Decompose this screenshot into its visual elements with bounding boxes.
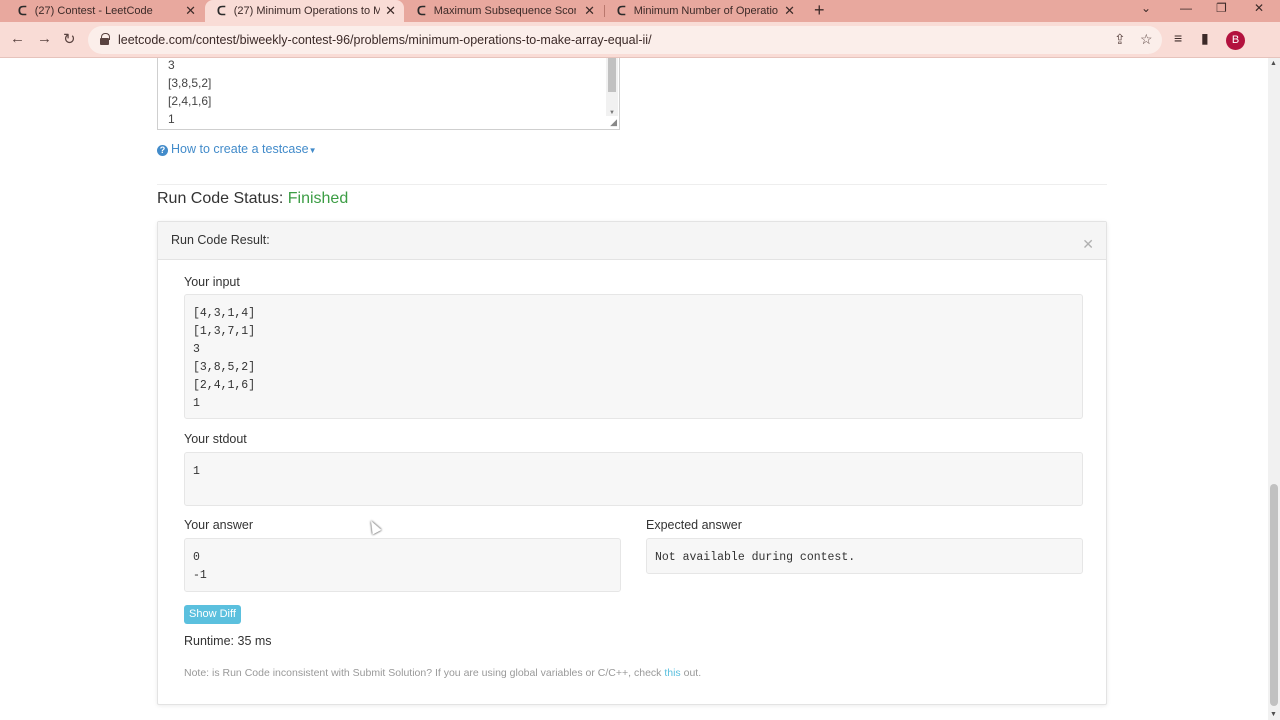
close-tab-icon[interactable]: ✕ xyxy=(385,3,396,19)
scroll-down-arrow-icon[interactable]: ▼ xyxy=(609,110,615,116)
profile-avatar[interactable]: B xyxy=(1226,31,1245,50)
side-panel-icon[interactable]: ▮ xyxy=(1201,30,1209,47)
close-tab-icon[interactable]: ✕ xyxy=(185,3,196,19)
leetcode-icon: ᑕ xyxy=(217,4,226,18)
testcase-line: 1 xyxy=(168,112,175,126)
lock-icon xyxy=(100,33,110,45)
answer-line: -1 xyxy=(193,569,207,582)
input-line: [2,4,1,6] xyxy=(193,379,256,392)
close-window-icon[interactable]: ✕ xyxy=(1254,1,1264,15)
note-this-link[interactable]: this xyxy=(664,667,680,679)
how-to-create-testcase-link[interactable]: ? How to create a testcase▼ xyxy=(157,142,317,156)
close-tab-icon[interactable]: ✕ xyxy=(584,3,595,19)
tab-title: Maximum Subsequence Score - LeetCode xyxy=(433,5,576,17)
question-circle-icon: ? xyxy=(157,145,168,156)
help-link-text: How to create a testcase xyxy=(171,142,309,156)
reload-icon[interactable]: ↻ xyxy=(63,30,76,48)
input-line: [4,3,1,4] xyxy=(193,307,256,320)
panel-header: Run Code Result: ✕ xyxy=(158,222,1106,260)
note-suffix: out. xyxy=(683,667,702,679)
tab-search-icon[interactable]: ⌄ xyxy=(1141,1,1151,15)
scroll-up-arrow-icon[interactable]: ▲ xyxy=(1270,60,1277,67)
leetcode-icon: ᑕ xyxy=(617,4,626,18)
tab-title: Minimum Number of Operations to Make Arr… xyxy=(633,5,778,17)
scrollbar-thumb[interactable] xyxy=(608,58,616,92)
run-code-status: Run Code Status: Finished xyxy=(157,190,348,208)
close-tab-icon[interactable]: ✕ xyxy=(784,3,795,19)
share-icon[interactable]: ⇪ xyxy=(1114,31,1126,48)
leetcode-icon: ᑕ xyxy=(417,4,426,18)
scroll-down-arrow-icon[interactable]: ▼ xyxy=(1270,711,1277,718)
browser-tab-bar: ᑕ (27) Contest - LeetCode ✕ ᑕ (27) Minim… xyxy=(0,0,1280,22)
expected-answer-label: Expected answer xyxy=(646,518,742,532)
stdout-line: 1 xyxy=(193,465,200,478)
input-line: 1 xyxy=(193,397,200,410)
input-line: [1,3,7,1] xyxy=(193,325,256,338)
restore-icon[interactable]: ❐ xyxy=(1216,1,1227,15)
bookmark-star-icon[interactable]: ☆ xyxy=(1140,31,1153,48)
testcase-scrollbar[interactable]: ▼ xyxy=(606,58,618,116)
browser-tab-min-operations[interactable]: ᑕ (27) Minimum Operations to Make Array … xyxy=(205,0,404,22)
testcase-line: [3,8,5,2] xyxy=(168,76,212,90)
status-value: Finished xyxy=(287,190,349,207)
your-answer-label: Your answer xyxy=(184,518,254,532)
resize-grip-icon[interactable]: ◢ xyxy=(610,117,617,128)
page-scrollbar[interactable]: ▲ ▼ xyxy=(1268,58,1280,720)
media-control-icon[interactable]: ≡ xyxy=(1174,30,1182,46)
browser-tab-min-number-operations[interactable]: ᑕ Minimum Number of Operations to Make A… xyxy=(605,0,803,22)
browser-toolbar: ← → ↻ leetcode.com/contest/biweekly-cont… xyxy=(0,22,1280,58)
expected-answer-box: Not available during contest. xyxy=(646,538,1083,574)
page-content: 3 [3,8,5,2] [2,4,1,6] 1 ▼ ◢ ? How to crea… xyxy=(0,58,1268,720)
inconsistency-note: Note: is Run Code inconsistent with Subm… xyxy=(184,667,701,679)
testcase-textarea[interactable]: 3 [3,8,5,2] [2,4,1,6] 1 ▼ ◢ xyxy=(157,58,620,130)
close-icon[interactable]: ✕ xyxy=(1082,236,1094,253)
leetcode-icon: ᑕ xyxy=(18,4,27,18)
runtime-text: Runtime: 35 ms xyxy=(184,634,272,648)
new-tab-icon[interactable]: + xyxy=(814,0,825,20)
tab-title: (27) Minimum Operations to Make Array Eq… xyxy=(233,5,380,17)
url-text: leetcode.com/contest/biweekly-contest-96… xyxy=(118,33,652,47)
your-input-box: [4,3,1,4] [1,3,7,1] 3 [3,8,5,2] [2,4,1,6… xyxy=(184,294,1083,419)
your-input-label: Your input xyxy=(184,275,240,289)
section-divider xyxy=(157,184,1107,185)
browser-tab-max-subsequence[interactable]: ᑕ Maximum Subsequence Score - LeetCode ✕ xyxy=(405,0,603,22)
tab-title: (27) Contest - LeetCode xyxy=(34,5,153,17)
browser-tab-contest[interactable]: ᑕ (27) Contest - LeetCode ✕ xyxy=(6,0,204,22)
note-text: Note: is Run Code inconsistent with Subm… xyxy=(184,667,662,679)
back-icon[interactable]: ← xyxy=(10,30,25,47)
your-stdout-box: 1 xyxy=(184,452,1083,506)
answer-line: 0 xyxy=(193,551,200,564)
expected-line: Not available during contest. xyxy=(655,551,856,564)
testcase-line: 3 xyxy=(168,58,175,72)
panel-title: Run Code Result: xyxy=(171,233,270,247)
input-line: [3,8,5,2] xyxy=(193,361,256,374)
forward-icon[interactable]: → xyxy=(37,30,52,47)
scrollbar-thumb[interactable] xyxy=(1270,484,1278,706)
your-stdout-label: Your stdout xyxy=(184,432,247,446)
show-diff-button[interactable]: Show Diff xyxy=(184,605,241,624)
input-line: 3 xyxy=(193,343,200,356)
status-label: Run Code Status: xyxy=(157,190,284,207)
minimize-icon[interactable]: — xyxy=(1180,1,1192,15)
address-bar[interactable]: leetcode.com/contest/biweekly-contest-96… xyxy=(88,26,1162,54)
your-answer-box: 0 -1 xyxy=(184,538,621,592)
testcase-line: [2,4,1,6] xyxy=(168,94,212,108)
caret-down-icon: ▼ xyxy=(308,146,317,155)
run-code-result-panel: Run Code Result: ✕ Your input [4,3,1,4] … xyxy=(157,221,1107,705)
